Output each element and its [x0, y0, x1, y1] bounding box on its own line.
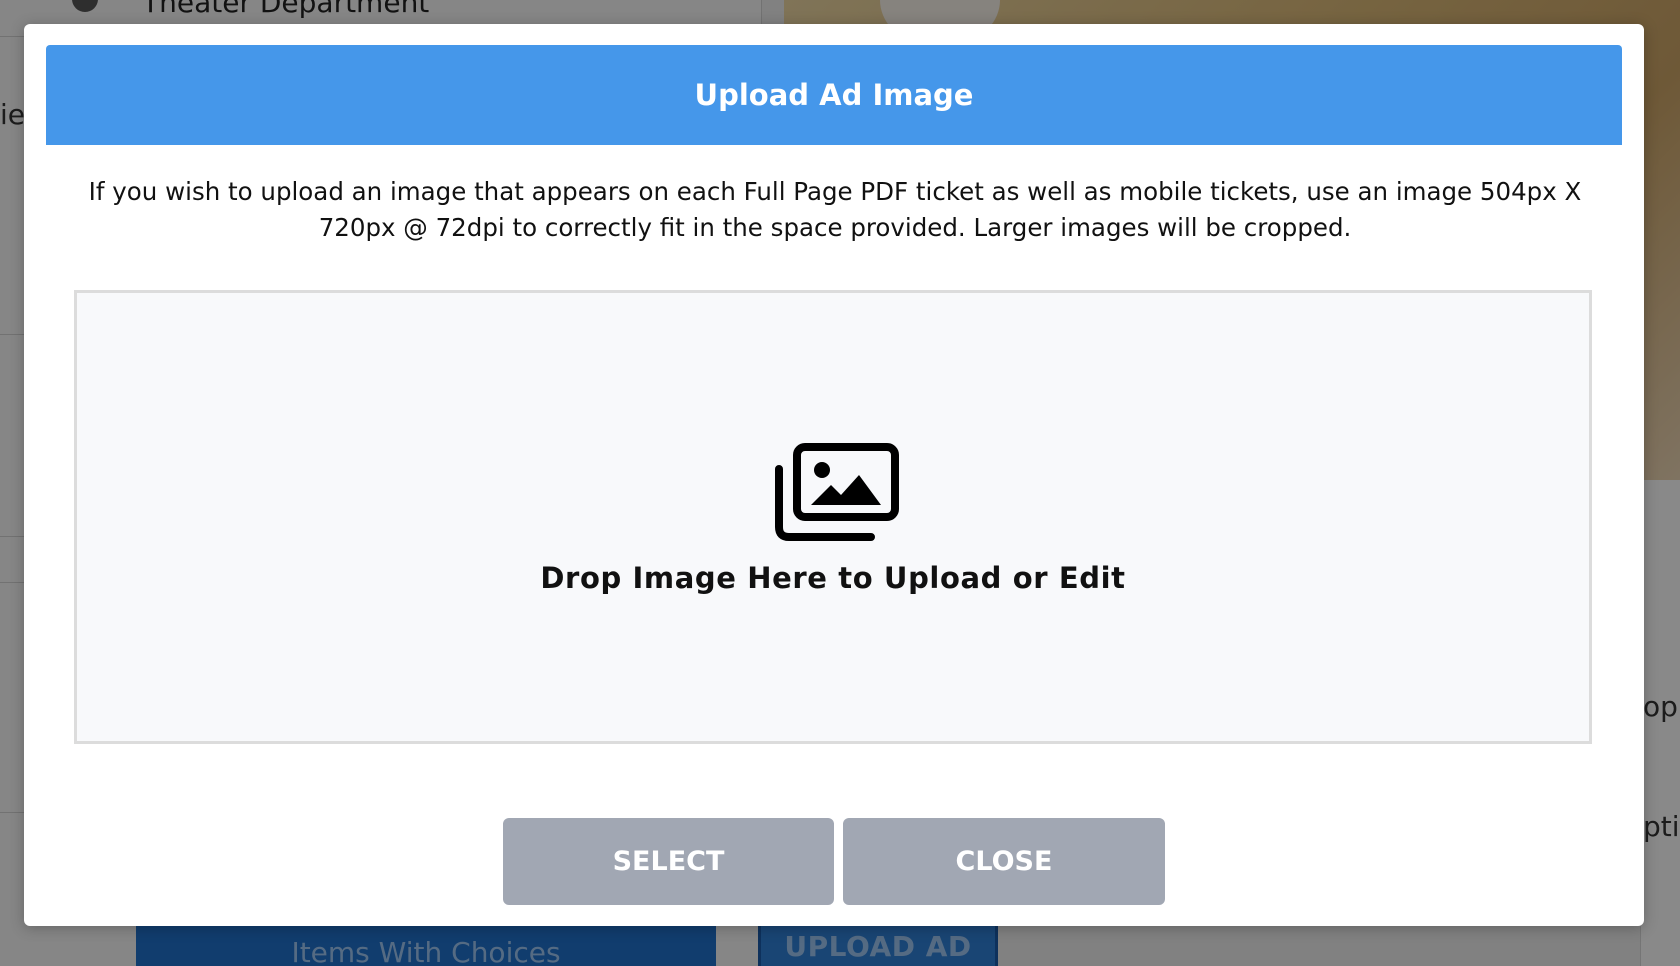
upload-ad-image-modal: Upload Ad Image If you wish to upload an… — [24, 24, 1644, 926]
select-button[interactable]: SELECT — [503, 818, 834, 905]
close-button[interactable]: CLOSE — [843, 818, 1165, 905]
dropzone-label: Drop Image Here to Upload or Edit — [540, 561, 1126, 595]
modal-title: Upload Ad Image — [694, 78, 974, 112]
images-icon — [775, 443, 899, 541]
image-dropzone[interactable]: Drop Image Here to Upload or Edit — [74, 290, 1592, 744]
modal-header: Upload Ad Image — [46, 45, 1622, 145]
modal-description: If you wish to upload an image that appe… — [88, 177, 1582, 242]
